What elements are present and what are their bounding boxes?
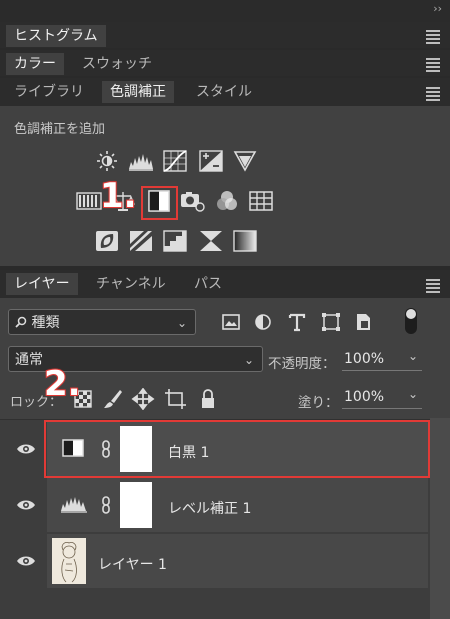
type-filter-icon[interactable] [284, 311, 310, 333]
invert-icon[interactable] [94, 230, 120, 252]
layer-row-layer-1[interactable]: レイヤー 1 [0, 534, 450, 588]
fill-value: 100% [344, 389, 385, 405]
pixel-filter-icon[interactable] [218, 311, 244, 333]
chevron-down-icon: ⌄ [407, 349, 418, 363]
panel-menu-icon[interactable] [426, 30, 440, 46]
visibility-eye-icon[interactable] [16, 498, 36, 512]
tab-styles[interactable]: スタイル [188, 81, 260, 103]
adjustment-filter-icon[interactable] [250, 311, 276, 333]
adjustments-panel: 色調補正を追加 1. [0, 106, 450, 266]
fill-label: 塗り： [298, 395, 339, 411]
visibility-eye-icon[interactable] [16, 554, 36, 568]
filter-kind-value: 種類 [31, 315, 60, 331]
channel-mixer-icon[interactable] [214, 190, 240, 212]
color-tabbar: カラー スウォッチ [0, 50, 450, 76]
layers-tabbar: レイヤー チャンネル パス [0, 270, 450, 298]
tab-color[interactable]: カラー [6, 53, 64, 75]
layers-list: 白黒 1 レベル補正 1 レイヤー 1 [0, 420, 450, 619]
panel-menu-icon[interactable] [426, 279, 440, 295]
tab-swatches[interactable]: スウォッチ [74, 53, 160, 75]
opacity-field[interactable]: 100% ⌄ [342, 348, 422, 371]
collapse-panels-button[interactable]: ›› [433, 2, 442, 15]
tab-paths[interactable]: パス [186, 273, 230, 295]
tab-histogram[interactable]: ヒストグラム [6, 25, 106, 47]
chevron-down-icon: ⌄ [176, 316, 187, 330]
layer-thumbnail-sketch[interactable] [52, 538, 86, 584]
opacity-value: 100% [344, 351, 385, 367]
layers-scrollbar[interactable] [430, 418, 450, 619]
selective-color-icon[interactable] [198, 230, 224, 252]
levels-icon[interactable] [128, 150, 154, 172]
gradient-map-icon[interactable] [232, 230, 258, 252]
chevron-down-icon: ⌄ [407, 387, 418, 401]
threshold-icon[interactable] [162, 230, 188, 252]
histogram-tabbar: ヒストグラム [0, 22, 450, 48]
panel-menu-icon[interactable] [426, 87, 440, 103]
filter-kind-select[interactable]: 種類 ⌄ [8, 309, 196, 335]
brightness-contrast-icon[interactable] [94, 150, 120, 172]
layer-mask-thumbnail[interactable] [120, 482, 152, 528]
opacity-label: 不透明度： [268, 356, 336, 372]
tab-libraries[interactable]: ライブラリ [6, 81, 92, 103]
tab-layers[interactable]: レイヤー [6, 273, 78, 295]
exposure-icon[interactable] [198, 150, 224, 172]
lock-artboard-icon[interactable] [162, 388, 188, 410]
lock-image-pixels-icon[interactable] [100, 388, 126, 410]
blend-mode-value: 通常 [15, 352, 43, 368]
adjustments-tabbar: ライブラリ 色調補正 スタイル [0, 78, 450, 106]
posterize-icon[interactable] [128, 230, 154, 252]
layer-row-levels[interactable]: レベル補正 1 [0, 478, 450, 532]
smart-object-filter-icon[interactable] [350, 311, 376, 333]
adjustments-heading: 色調補正を追加 [14, 122, 106, 137]
layer-name[interactable]: レベル補正 1 [168, 498, 251, 518]
photo-filter-icon[interactable] [180, 190, 206, 212]
tab-channels[interactable]: チャンネル [88, 273, 174, 295]
lock-all-icon[interactable] [195, 388, 221, 410]
vibrance-icon[interactable] [232, 150, 258, 172]
step-marker-1: 1. [99, 175, 138, 217]
lock-position-icon[interactable] [130, 387, 156, 411]
layers-controls: 種類 ⌄ 通常 ⌄ 不透明度： 100% ⌄ ロック： 塗り： 100% ⌄ 2… [0, 298, 450, 419]
search-icon [15, 311, 27, 328]
levels-layer-icon [60, 495, 88, 513]
hue-saturation-icon[interactable] [76, 190, 102, 212]
selected-layer-highlight [44, 420, 430, 478]
fill-field[interactable]: 100% ⌄ [342, 386, 422, 409]
curves-icon[interactable] [162, 150, 188, 172]
mask-link-icon[interactable] [100, 496, 112, 514]
layer-name[interactable]: レイヤー 1 [98, 554, 167, 574]
chevron-down-icon: ⌄ [243, 353, 254, 367]
visibility-eye-icon[interactable] [16, 442, 36, 456]
color-lookup-icon[interactable] [248, 190, 274, 212]
black-white-highlight [141, 186, 178, 220]
shape-filter-icon[interactable] [318, 311, 344, 333]
top-strip: ›› [0, 0, 450, 22]
step-marker-2: 2. [43, 363, 82, 405]
tab-adjustments[interactable]: 色調補正 [102, 81, 174, 103]
panel-menu-icon[interactable] [426, 58, 440, 74]
filter-toggle[interactable] [405, 308, 417, 334]
